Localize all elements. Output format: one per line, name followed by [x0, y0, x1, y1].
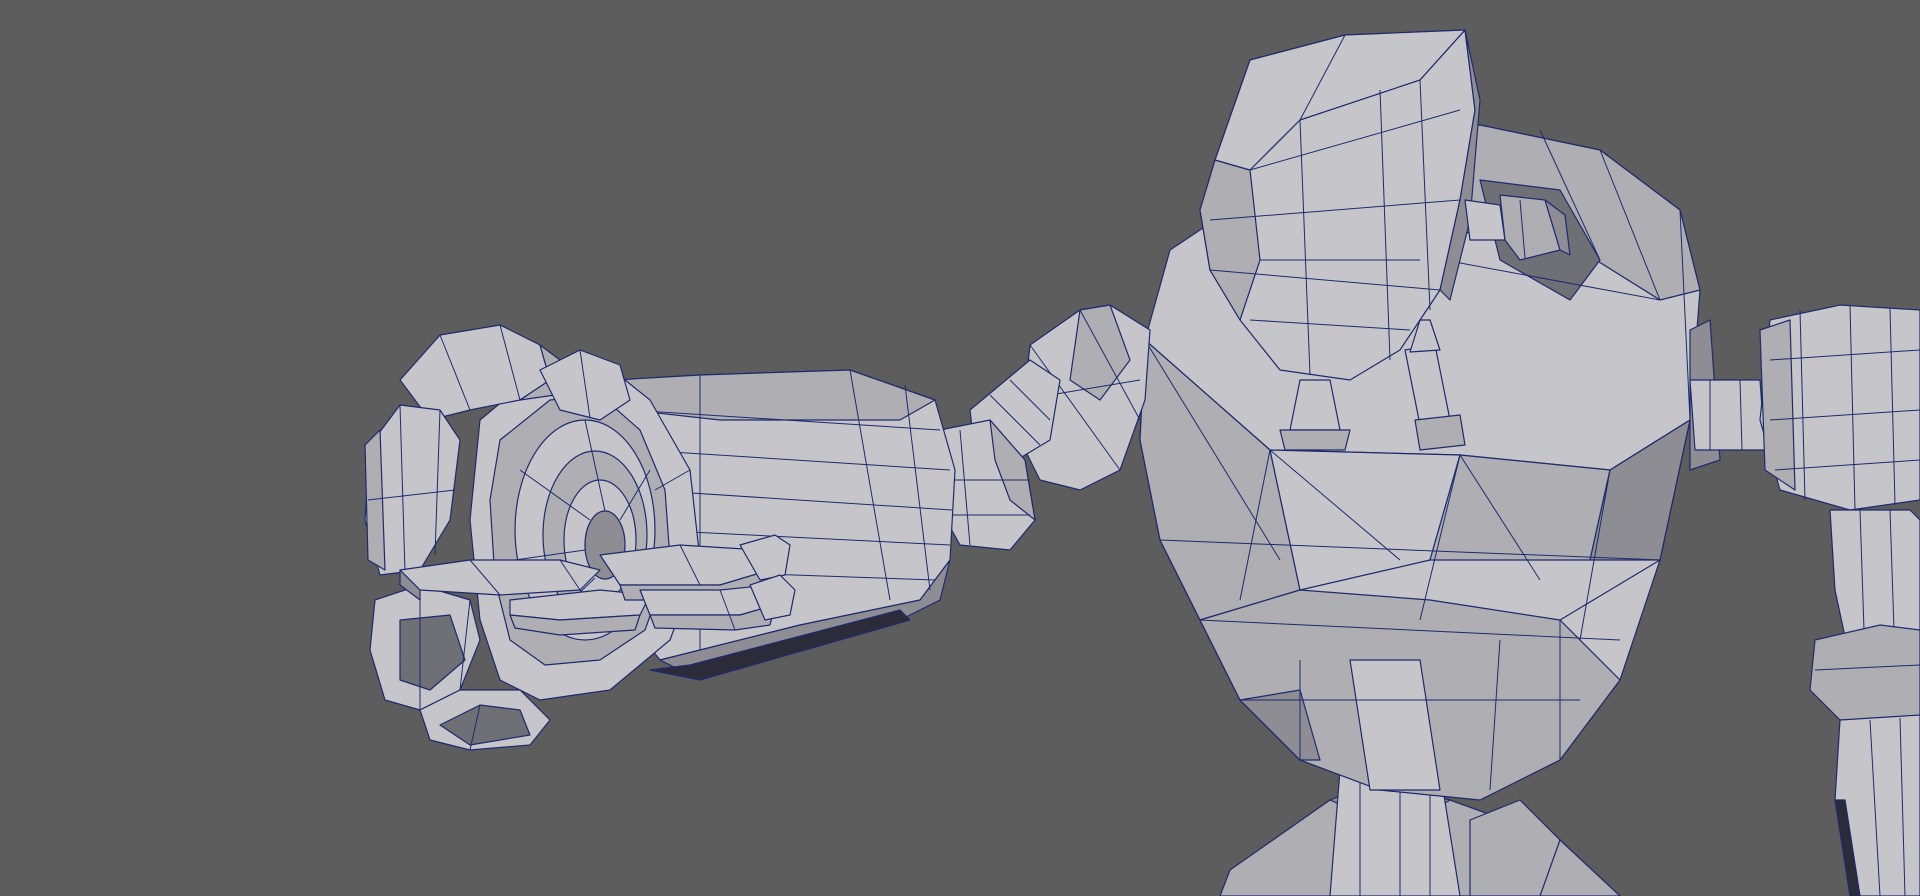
robot-right-arm[interactable]	[1689, 304, 1920, 896]
3d-viewport[interactable]	[0, 0, 1920, 896]
robot-mesh-render[interactable]	[0, 0, 1920, 896]
